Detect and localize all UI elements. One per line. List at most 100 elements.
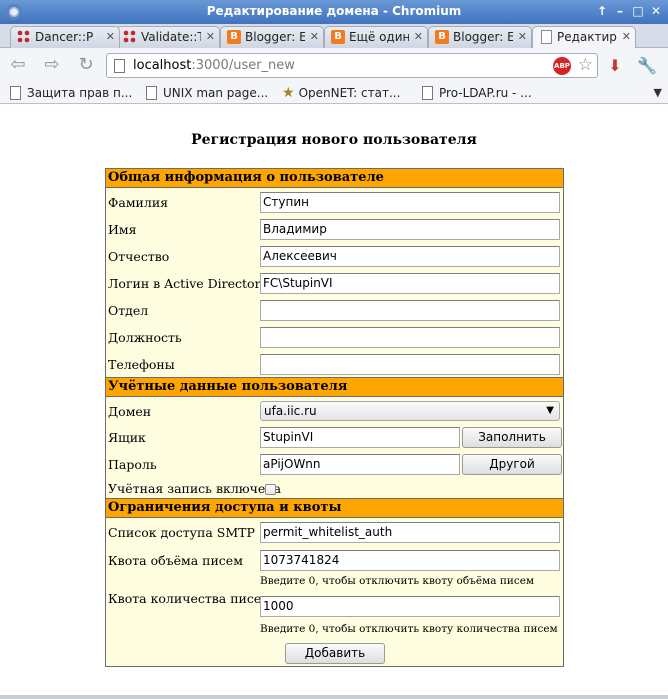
tab-edit-domain[interactable]: Редактир ✕ xyxy=(532,26,636,49)
window-bottom-border xyxy=(0,695,668,699)
size-quota-input[interactable]: 1073741824 xyxy=(260,550,560,571)
tab-blogger-1[interactable]: B Blogger: E ✕ xyxy=(220,26,324,48)
count-quota-label: Квота количества писем xyxy=(108,591,272,606)
dancer-icon xyxy=(17,30,31,44)
patronymic-input[interactable]: Алексеевич xyxy=(260,246,560,267)
tab-label: Ещё один xyxy=(349,30,409,44)
position-input[interactable] xyxy=(260,327,560,348)
smtp-acl-label: Список доступа SMTP xyxy=(108,525,255,540)
tab-label: Blogger: E xyxy=(453,30,513,44)
tab-strip: Validate::T ✕ Dancer::P ✕ B Blogger: E ✕… xyxy=(0,24,668,49)
generate-password-button[interactable]: Другой xyxy=(462,454,562,475)
mailbox-label: Ящик xyxy=(108,430,146,445)
tab-dancer[interactable]: Dancer::P ✕ xyxy=(10,26,120,48)
blogger-icon: B xyxy=(435,30,449,44)
bookmark-label: UNIX man page... xyxy=(163,86,269,100)
ad-login-label: Логин в Active Directory xyxy=(108,276,268,291)
last-name-input[interactable]: Ступин xyxy=(260,192,560,213)
size-quota-label: Квота объёма писем xyxy=(108,553,243,568)
password-input[interactable]: aPijOWnn xyxy=(260,454,460,475)
page-icon xyxy=(541,30,552,44)
page-icon xyxy=(146,86,157,100)
submit-button[interactable]: Добавить xyxy=(285,643,385,664)
tab-close-icon[interactable]: ✕ xyxy=(414,27,423,47)
page-icon xyxy=(422,86,433,100)
phones-label: Телефоны xyxy=(108,357,175,372)
window-titlebar: Редактирование домена - Chromium ↑ – □ ✕ xyxy=(0,0,668,24)
tab-validate[interactable]: Validate::T ✕ xyxy=(116,26,220,48)
domain-select[interactable]: ufa.iic.ru ▼ xyxy=(260,401,560,421)
browser-toolbar: ⇦ ⇨ ↻ localhost:3000/user_new ABP ☆ ⬇ 🔧 xyxy=(0,48,668,82)
dancer-icon xyxy=(123,30,137,44)
count-quota-hint: Введите 0, чтобы отключить квоту количес… xyxy=(260,623,558,635)
page-content: Регистрация нового пользователя Общая ин… xyxy=(0,105,668,695)
blogger-icon: B xyxy=(331,30,345,44)
download-icon[interactable]: ⬇ xyxy=(604,56,626,76)
reload-icon[interactable]: ↻ xyxy=(74,54,98,76)
tab-close-icon[interactable]: ✕ xyxy=(518,27,527,47)
smtp-acl-input[interactable]: permit_whitelist_auth xyxy=(260,522,560,543)
dropdown-arrow-icon: ▼ xyxy=(546,405,554,416)
page-title: Регистрация нового пользователя xyxy=(191,132,477,148)
phones-input[interactable] xyxy=(260,354,560,375)
tab-close-icon[interactable]: ✕ xyxy=(206,27,215,47)
patronymic-label: Отчество xyxy=(108,249,170,264)
bookmark-label: Pro-LDAP.ru - ... xyxy=(439,86,532,100)
url-host: localhost xyxy=(133,58,192,73)
forward-icon[interactable]: ⇨ xyxy=(40,54,64,76)
bookmark-star-icon[interactable]: ☆ xyxy=(578,55,593,75)
bookmark-item[interactable]: Защита прав п... xyxy=(10,84,132,102)
window-raise-icon[interactable]: ↑ xyxy=(594,3,610,19)
domain-label: Домен xyxy=(108,404,152,419)
star-icon: ★ xyxy=(282,85,295,101)
tab-blogger-2[interactable]: B Ещё один ✕ xyxy=(324,26,428,48)
tab-close-icon[interactable]: ✕ xyxy=(106,27,115,47)
tab-close-icon[interactable]: ✕ xyxy=(622,27,631,47)
count-quota-input[interactable]: 1000 xyxy=(260,596,560,617)
bookmark-item[interactable]: Pro-LDAP.ru - ... xyxy=(422,84,532,102)
page-icon xyxy=(114,59,125,73)
position-label: Должность xyxy=(108,330,182,345)
mailbox-input[interactable]: StupinVI xyxy=(260,427,460,448)
size-quota-hint: Введите 0, чтобы отключить квоту объёма … xyxy=(260,575,535,587)
section-account-header: Учётные данные пользователя xyxy=(106,377,563,397)
ad-login-input[interactable]: FC\StupinVI xyxy=(260,273,560,294)
first-name-input[interactable]: Владимир xyxy=(260,219,560,240)
bookmarks-bar: Защита прав п... UNIX man page... ★ OpenN… xyxy=(0,82,668,104)
bookmark-item[interactable]: ★ OpenNET: стат... xyxy=(282,84,400,102)
url-path: :3000/user_new xyxy=(191,58,295,73)
fill-button[interactable]: Заполнить xyxy=(462,427,562,448)
url-text[interactable]: localhost:3000/user_new xyxy=(133,58,295,73)
window-close-icon[interactable]: ✕ xyxy=(648,3,664,19)
bookmark-label: OpenNET: стат... xyxy=(298,86,401,100)
user-form: Общая информация о пользователе Фамилия … xyxy=(105,168,564,667)
tab-label: Dancer::P xyxy=(35,30,94,44)
blogger-icon: B xyxy=(227,30,241,44)
window-minimize-icon[interactable]: – xyxy=(612,3,628,19)
tab-label: Редактир xyxy=(557,30,617,44)
account-enabled-label: Учётная запись включена xyxy=(108,481,282,496)
bookmarks-overflow-icon[interactable]: ▼ xyxy=(654,86,662,99)
tab-close-icon[interactable]: ✕ xyxy=(310,27,319,47)
bookmark-item[interactable]: UNIX man page... xyxy=(146,84,268,102)
window-title: Редактирование домена - Chromium xyxy=(206,4,462,18)
bookmark-label: Защита прав п... xyxy=(27,86,133,100)
section-general-header: Общая информация о пользователе xyxy=(106,168,563,188)
account-enabled-checkbox[interactable] xyxy=(265,484,276,495)
adblock-icon[interactable]: ABP xyxy=(553,57,571,75)
back-icon[interactable]: ⇦ xyxy=(6,54,30,76)
section-limits-header: Ограничения доступа и квоты xyxy=(106,498,563,518)
department-label: Отдел xyxy=(108,303,149,318)
domain-selected-value: ufa.iic.ru xyxy=(264,404,317,418)
wrench-icon[interactable]: 🔧 xyxy=(636,56,658,76)
window-maximize-icon[interactable]: □ xyxy=(630,3,646,19)
password-label: Пароль xyxy=(108,457,157,472)
address-bar[interactable]: localhost:3000/user_new ABP ☆ xyxy=(106,53,598,78)
first-name-label: Имя xyxy=(108,222,137,237)
page-icon xyxy=(10,86,21,100)
department-input[interactable] xyxy=(260,300,560,321)
last-name-label: Фамилия xyxy=(108,195,169,210)
tab-label: Blogger: E xyxy=(245,30,305,44)
tab-label: Validate::T xyxy=(141,30,201,44)
tab-blogger-3[interactable]: B Blogger: E ✕ xyxy=(428,26,532,48)
